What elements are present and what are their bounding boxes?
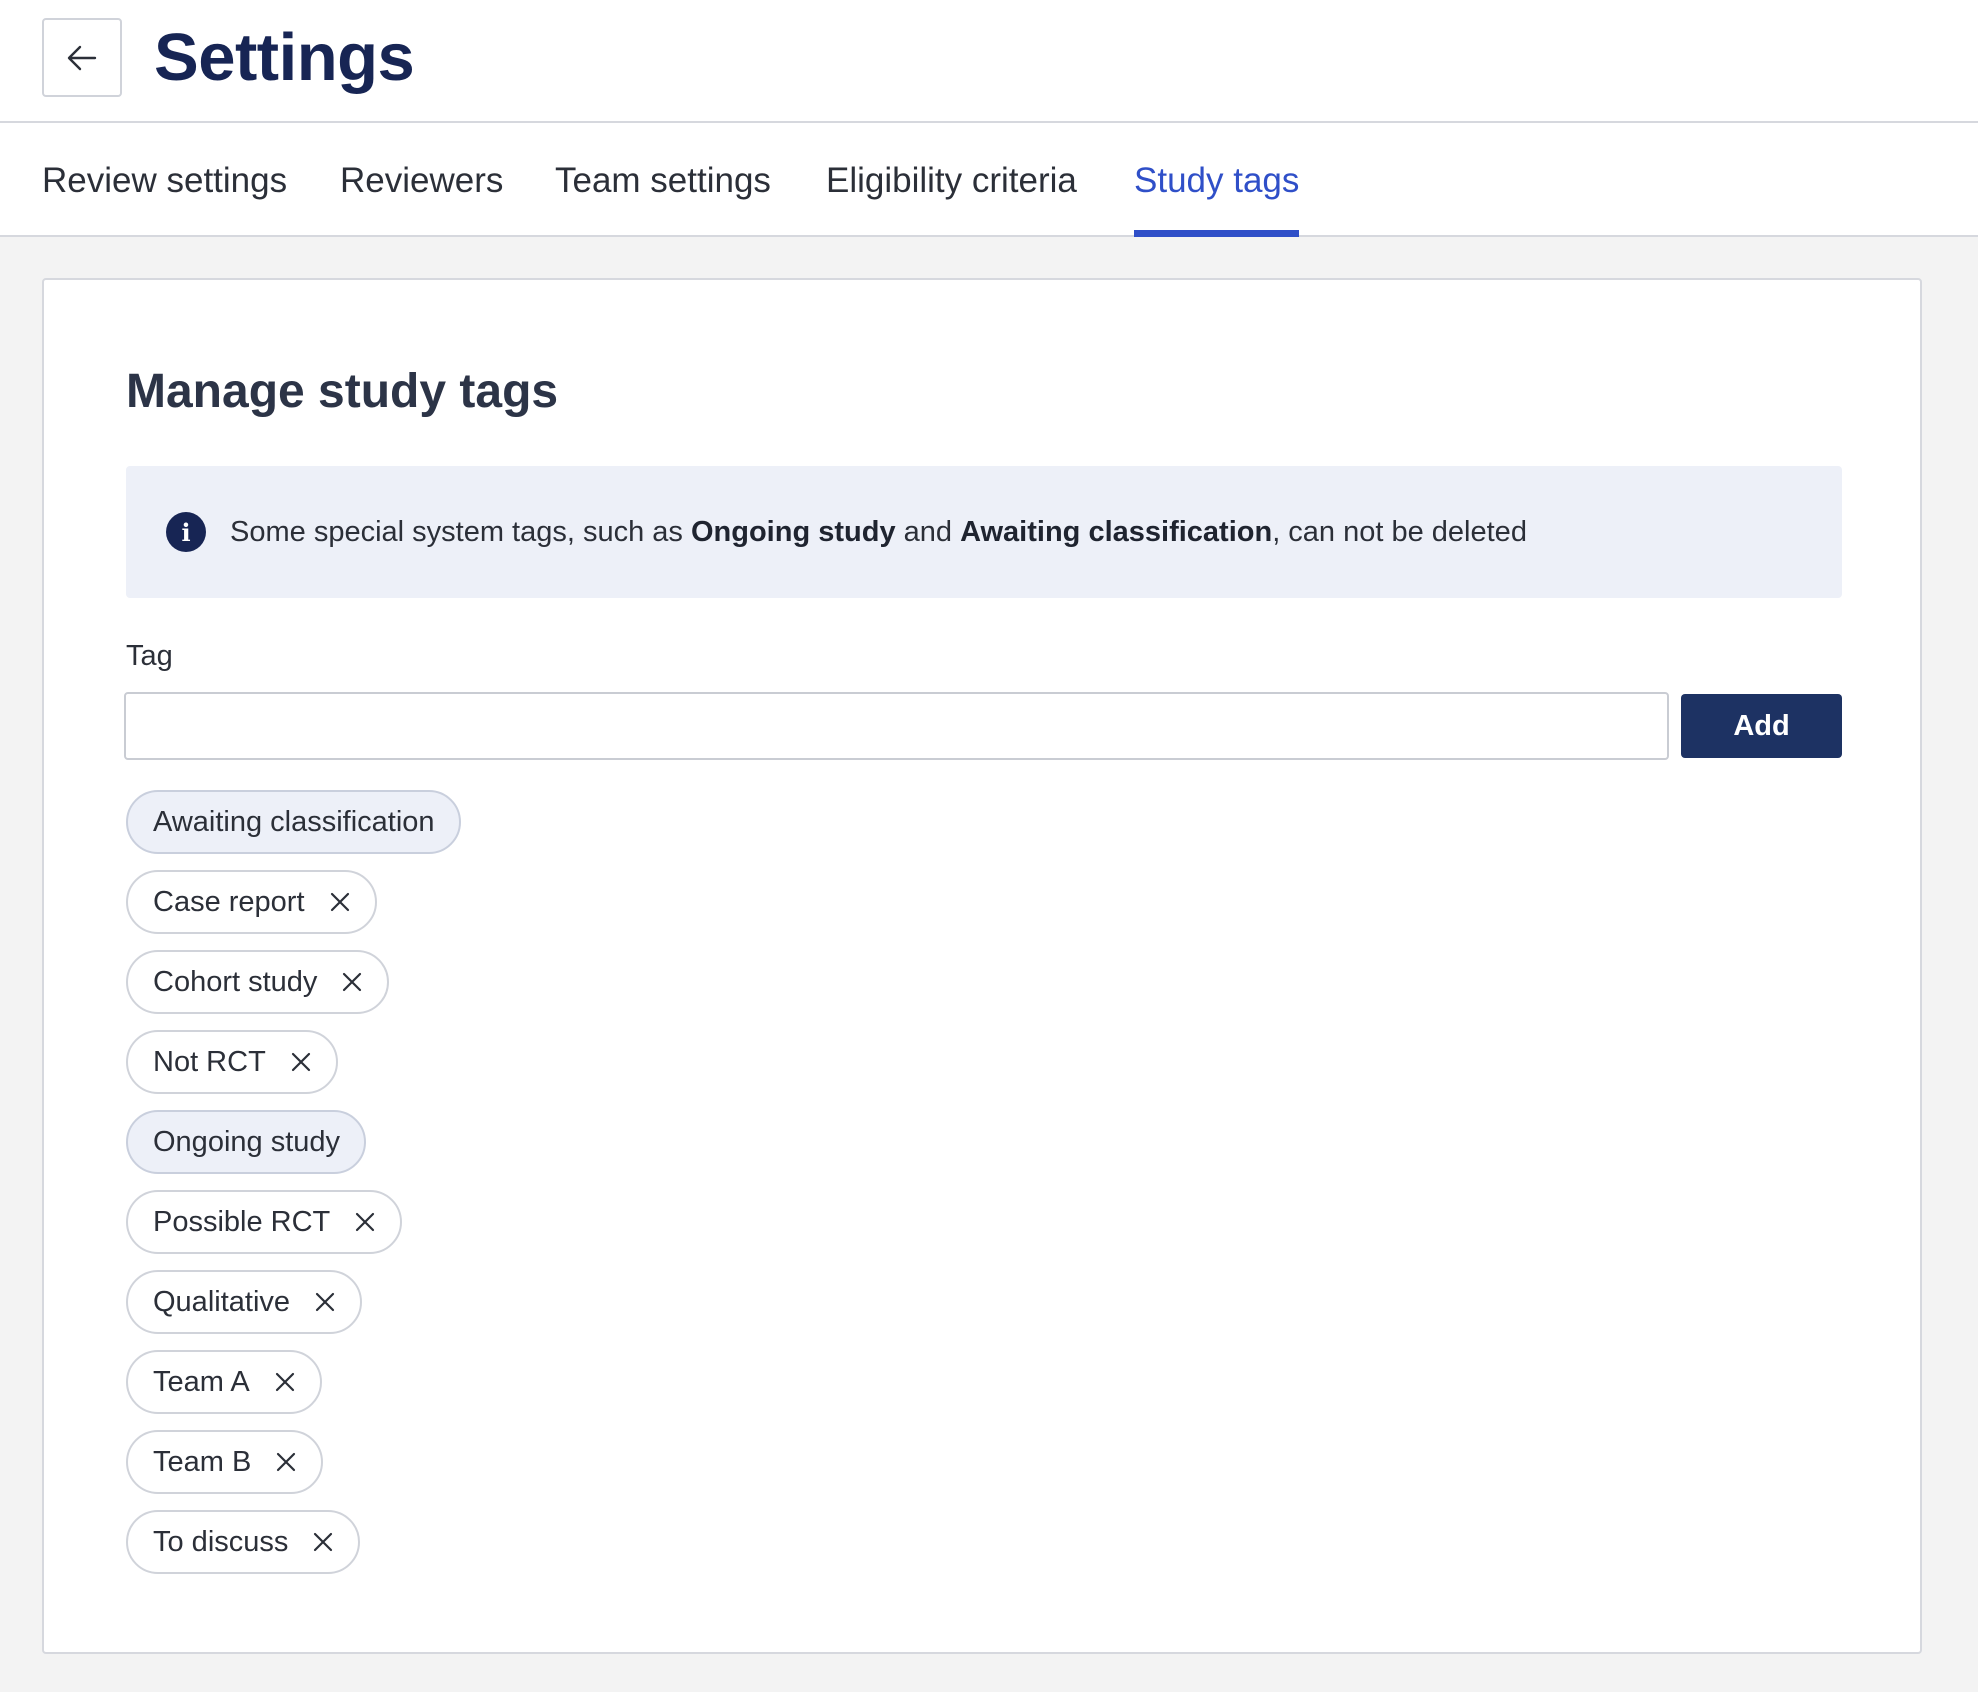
tag-chip: Team A bbox=[126, 1350, 322, 1414]
back-button[interactable] bbox=[42, 18, 122, 97]
tab-review-settings[interactable]: Review settings bbox=[42, 123, 287, 235]
remove-tag-icon[interactable] bbox=[314, 1291, 336, 1313]
tag-input[interactable] bbox=[124, 692, 1669, 760]
remove-tag-icon[interactable] bbox=[354, 1211, 376, 1233]
settings-tabs: Review settings Reviewers Team settings … bbox=[0, 123, 1978, 237]
tag-chip: Ongoing study bbox=[126, 1110, 367, 1174]
tab-reviewers[interactable]: Reviewers bbox=[340, 123, 503, 235]
remove-tag-icon[interactable] bbox=[341, 971, 363, 993]
tag-chip-label: Possible RCT bbox=[153, 1205, 331, 1238]
tag-chip-label: Awaiting classification bbox=[153, 805, 435, 838]
tab-eligibility-criteria[interactable]: Eligibility criteria bbox=[826, 123, 1077, 235]
remove-tag-icon[interactable] bbox=[329, 891, 351, 913]
info-banner: i Some special system tags, such as Ongo… bbox=[126, 466, 1842, 598]
page-title: Settings bbox=[154, 20, 415, 95]
tag-chip-label: Qualitative bbox=[153, 1285, 291, 1318]
tag-chip: To discuss bbox=[126, 1510, 361, 1574]
tag-chip: Not RCT bbox=[126, 1030, 338, 1094]
remove-tag-icon[interactable] bbox=[274, 1371, 296, 1393]
remove-tag-icon[interactable] bbox=[290, 1051, 312, 1073]
arrow-left-icon bbox=[67, 45, 97, 70]
tag-chip-label: Case report bbox=[153, 885, 305, 918]
info-icon: i bbox=[166, 512, 206, 552]
tab-team-settings[interactable]: Team settings bbox=[555, 123, 771, 235]
app-header: Settings bbox=[0, 0, 1978, 123]
tag-chip: Possible RCT bbox=[126, 1190, 403, 1254]
tag-list: Awaiting classification Case report Cohort… bbox=[126, 790, 461, 1590]
remove-tag-icon[interactable] bbox=[312, 1531, 334, 1553]
study-tags-card: Manage study tags i Some special system … bbox=[42, 278, 1922, 1654]
tag-chip: Case report bbox=[126, 870, 377, 934]
tag-chip-label: Team A bbox=[153, 1365, 250, 1398]
tag-chip: Awaiting classification bbox=[126, 790, 461, 854]
section-title: Manage study tags bbox=[126, 365, 559, 418]
info-text: Some special system tags, such as Ongoin… bbox=[230, 515, 1527, 548]
tag-chip: Team B bbox=[126, 1430, 324, 1494]
tag-chip-label: Not RCT bbox=[153, 1045, 266, 1078]
tag-field-label: Tag bbox=[126, 640, 173, 672]
tag-chip-label: Cohort study bbox=[153, 965, 318, 998]
remove-tag-icon[interactable] bbox=[275, 1451, 297, 1473]
tag-chip: Cohort study bbox=[126, 950, 390, 1014]
tag-chip-label: Ongoing study bbox=[153, 1125, 341, 1158]
add-tag-button[interactable]: Add bbox=[1681, 694, 1842, 758]
tag-chip-label: To discuss bbox=[153, 1525, 289, 1558]
tag-chip-label: Team B bbox=[153, 1445, 252, 1478]
tag-chip: Qualitative bbox=[126, 1270, 363, 1334]
tab-study-tags[interactable]: Study tags bbox=[1134, 123, 1300, 237]
